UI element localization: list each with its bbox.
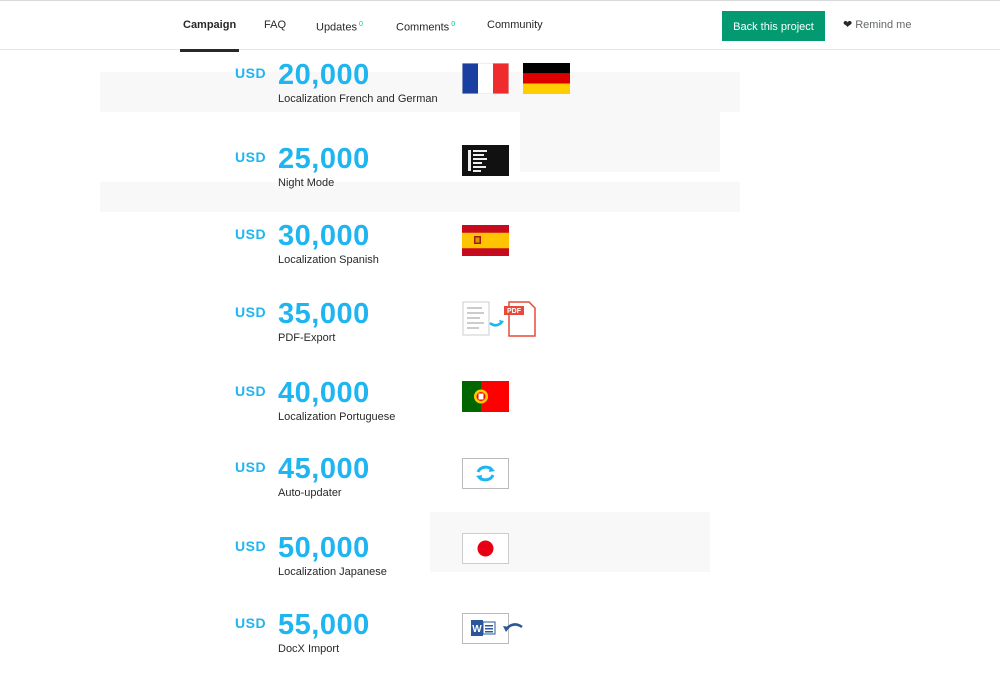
goal-description: Localization Spanish <box>278 254 379 266</box>
goal-description: Auto-updater <box>278 487 342 499</box>
goal-description: Localization French and German <box>278 93 438 105</box>
france-flag-icon <box>462 63 509 94</box>
comments-count-badge: 0 <box>451 21 456 28</box>
stretch-goal-tier: USD 50,000 Localization Japanese <box>0 531 1000 601</box>
portugal-flag-icon <box>462 381 509 412</box>
updates-count-badge: 0 <box>358 21 363 28</box>
currency-label: USD <box>235 149 267 165</box>
goal-amount: 35,000 <box>278 298 370 330</box>
germany-flag-icon <box>523 63 570 94</box>
goal-description: Localization Portuguese <box>278 411 396 423</box>
project-nav: Campaign FAQ Updates 0 Comments 0 Communit… <box>0 0 1000 52</box>
currency-label: USD <box>235 459 267 475</box>
remind-me-button[interactable]: ❤ Remind me <box>843 18 912 32</box>
goal-description: Night Mode <box>278 177 335 189</box>
goal-amount: 20,000 <box>278 59 370 91</box>
stretch-goal-tier: USD 45,000 Auto-updater <box>0 452 1000 522</box>
currency-label: USD <box>235 65 267 81</box>
auto-updater-icon <box>462 458 509 489</box>
remind-me-label: Remind me <box>855 18 912 31</box>
tab-label: FAQ <box>264 19 287 31</box>
currency-label: USD <box>235 538 267 554</box>
tab-community[interactable]: Community <box>487 1 543 51</box>
goal-amount: 40,000 <box>278 377 370 409</box>
goal-amount: 45,000 <box>278 453 370 485</box>
currency-label: USD <box>235 383 267 399</box>
tab-label: Updates <box>316 21 357 34</box>
tab-label: Comments <box>396 21 450 34</box>
night-mode-icon <box>462 145 509 176</box>
back-this-project-button[interactable]: Back this project <box>722 11 825 41</box>
currency-label: USD <box>235 615 267 631</box>
spain-flag-icon <box>462 225 509 256</box>
goal-description: Localization Japanese <box>278 566 387 578</box>
tab-label: Campaign <box>183 19 237 31</box>
currency-label: USD <box>235 226 267 242</box>
goal-description: PDF-Export <box>278 332 336 344</box>
stretch-goal-tier: USD 20,000 Localization French and Germa… <box>0 58 1000 128</box>
stretch-goal-tier: USD 40,000 Localization Portuguese <box>0 376 1000 446</box>
goal-amount: 55,000 <box>278 609 370 641</box>
stretch-goal-tier: USD 55,000 DocX Import W <box>0 608 1000 678</box>
tab-faq[interactable]: FAQ <box>264 1 286 51</box>
stretch-goal-tier: USD 35,000 PDF-Export PDF <box>0 297 1000 367</box>
docx-import-icon: W <box>462 613 523 644</box>
heart-icon: ❤ <box>843 19 853 31</box>
tab-updates[interactable]: Updates 0 <box>316 1 363 51</box>
tab-comments[interactable]: Comments 0 <box>396 1 455 51</box>
tab-label: Community <box>487 19 543 31</box>
stretch-goals-section: USD 20,000 Localization French and Germa… <box>0 52 1000 662</box>
tab-campaign[interactable]: Campaign <box>179 1 240 52</box>
currency-label: USD <box>235 304 267 320</box>
stretch-goal-tier: USD 30,000 Localization Spanish <box>0 219 1000 289</box>
stretch-goal-tier: USD 25,000 Night Mode <box>0 142 1000 212</box>
goal-amount: 25,000 <box>278 143 370 175</box>
pdf-badge-text: PDF <box>507 308 522 315</box>
goal-description: DocX Import <box>278 643 340 655</box>
japan-flag-icon <box>462 533 509 564</box>
goal-amount: 50,000 <box>278 532 370 564</box>
pdf-export-icon: PDF <box>462 301 536 337</box>
goal-amount: 30,000 <box>278 220 370 252</box>
word-badge-text: W <box>472 624 482 635</box>
